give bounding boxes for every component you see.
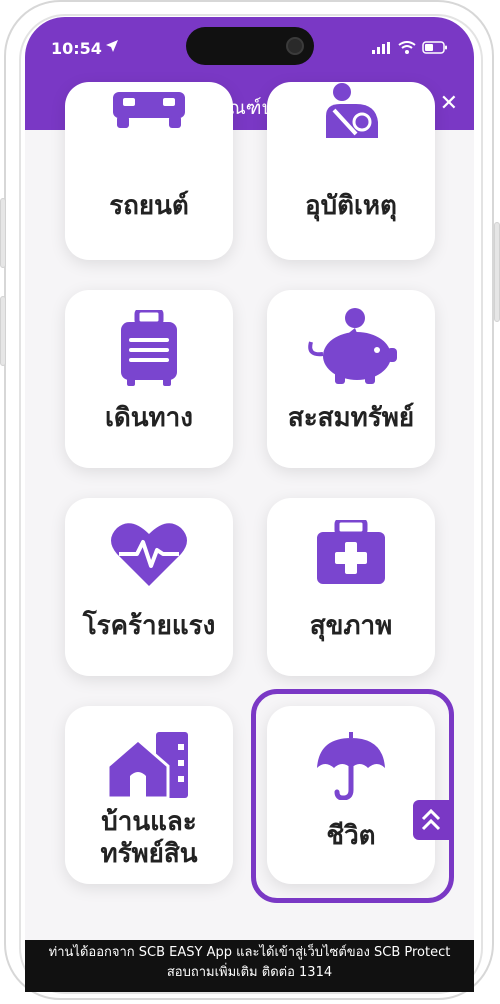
- product-card-critical-illness[interactable]: โรคร้ายแรง: [65, 498, 233, 676]
- product-card-home-property[interactable]: บ้านและ ทรัพย์สิน: [65, 706, 233, 884]
- product-label-line2: ทรัพย์สิน: [100, 839, 198, 869]
- product-label: อุบัติเหตุ: [305, 191, 397, 221]
- dynamic-island: [186, 27, 314, 65]
- product-label: รถยนต์: [109, 191, 189, 221]
- phone-side-button: [0, 296, 6, 366]
- accident-icon: [267, 82, 435, 138]
- selected-card-highlight: [251, 689, 454, 903]
- scroll-to-top-button[interactable]: [413, 800, 449, 840]
- battery-icon: [422, 41, 447, 54]
- product-card-savings[interactable]: สะสมทรัพย์: [267, 290, 435, 468]
- banner-line1: ท่านได้ออกจาก SCB EASY App และได้เข้าสู่…: [48, 945, 451, 960]
- product-card-car[interactable]: รถยนต์: [65, 82, 233, 260]
- heartbeat-icon: [65, 520, 233, 588]
- app-screen: 10:54 ผลิตภัณฑ์ประกัน ✕ รถยนต์ อุบัติเหต…: [25, 17, 474, 989]
- product-label-line1: บ้านและ: [101, 807, 197, 837]
- phone-power-button: [494, 222, 500, 322]
- redirect-notice-banner: ท่านได้ออกจาก SCB EASY App และได้เข้าสู่…: [25, 940, 474, 992]
- product-grid: รถยนต์ อุบัติเหตุ เดินทาง สะสมทรัพย์ โรค…: [25, 82, 474, 970]
- product-card-travel[interactable]: เดินทาง: [65, 290, 233, 468]
- close-button[interactable]: ✕: [440, 91, 458, 117]
- product-label: สะสมทรัพย์: [287, 403, 415, 433]
- product-label: สุขภาพ: [309, 611, 393, 641]
- location-arrow-icon: [106, 40, 118, 52]
- signal-icon: [372, 41, 390, 54]
- banner-line2: สอบถามเพิ่มเติม ติดต่อ 1314: [166, 965, 333, 980]
- piggy-bank-icon: [267, 306, 435, 386]
- double-chevron-up-icon: [421, 808, 441, 831]
- product-card-accident[interactable]: อุบัติเหตุ: [267, 82, 435, 260]
- status-icons: [372, 41, 448, 54]
- house-icon: [65, 730, 233, 800]
- medical-kit-icon: [267, 520, 435, 586]
- luggage-icon: [65, 310, 233, 386]
- product-label: เดินทาง: [105, 403, 193, 433]
- phone-side-button: [0, 198, 6, 268]
- status-time: 10:54: [51, 39, 102, 58]
- car-icon: [65, 92, 233, 132]
- camera-icon: [286, 37, 304, 55]
- product-card-health[interactable]: สุขภาพ: [267, 498, 435, 676]
- wifi-icon: [398, 41, 416, 54]
- product-label: โรคร้ายแรง: [82, 611, 216, 641]
